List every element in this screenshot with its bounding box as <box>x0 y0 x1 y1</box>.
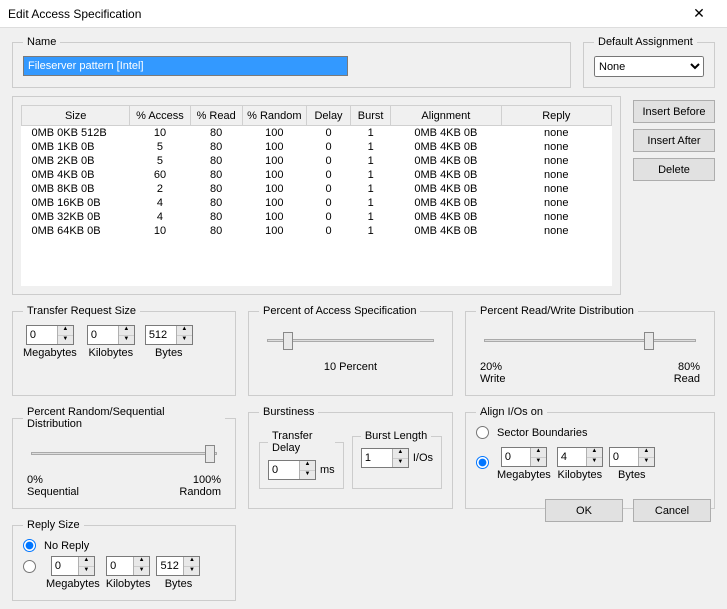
align-group: Align I/Os on Sector Boundaries ▲▼Megaby… <box>465 406 715 509</box>
insert-after-button[interactable]: Insert After <box>633 129 715 152</box>
trs-b-spinner[interactable]: ▲▼ <box>145 325 193 345</box>
name-group: Name Fileserver pattern [Intel] <box>12 36 571 88</box>
table-row[interactable]: 0MB 16KB 0B480100010MB 4KB 0Bnone <box>22 196 612 210</box>
align-b-spinner[interactable]: ▲▼ <box>609 447 655 467</box>
name-input[interactable]: Fileserver pattern [Intel] <box>23 56 348 76</box>
title-bar: Edit Access Specification ✕ <box>0 0 727 28</box>
reply-kb-spinner[interactable]: ▲▼ <box>106 556 150 576</box>
close-icon[interactable]: ✕ <box>679 0 719 28</box>
table-header[interactable]: Delay <box>306 106 350 126</box>
align-kb-spinner[interactable]: ▲▼ <box>557 447 603 467</box>
reply-size-group: Reply Size No Reply ▲▼Megabytes ▲▼Kiloby… <box>12 519 236 601</box>
percent-access-slider[interactable] <box>267 329 434 357</box>
trs-mb-spinner[interactable]: ▲▼ <box>26 325 74 345</box>
reply-b-spinner[interactable]: ▲▼ <box>156 556 200 576</box>
no-reply-radio[interactable] <box>23 539 36 552</box>
table-row[interactable]: 0MB 4KB 0B6080100010MB 4KB 0Bnone <box>22 168 612 182</box>
table-row[interactable]: 0MB 8KB 0B280100010MB 4KB 0Bnone <box>22 182 612 196</box>
window-title: Edit Access Specification <box>8 7 679 21</box>
table-header[interactable]: % Access <box>130 106 190 126</box>
table-header[interactable]: Reply <box>501 106 611 126</box>
align-custom-radio[interactable] <box>476 456 489 469</box>
default-assignment-group: Default Assignment None <box>583 36 715 88</box>
table-header[interactable]: Burst <box>351 106 391 126</box>
cancel-button[interactable]: Cancel <box>633 499 711 522</box>
table-row[interactable]: 0MB 32KB 0B480100010MB 4KB 0Bnone <box>22 210 612 224</box>
transfer-delay-group: Transfer Delay ▲▼ ms <box>259 430 344 489</box>
table-header[interactable]: % Read <box>190 106 242 126</box>
align-sector-radio[interactable] <box>476 426 489 439</box>
access-table-wrap: Size% Access% Read% RandomDelayBurstAlig… <box>12 96 621 295</box>
percent-rw-group: Percent Read/Write Distribution 20%Write… <box>465 305 715 396</box>
burst-length-spinner[interactable]: ▲▼ <box>361 448 409 468</box>
transfer-delay-spinner[interactable]: ▲▼ <box>268 460 316 480</box>
ok-button[interactable]: OK <box>545 499 623 522</box>
table-row[interactable]: 0MB 2KB 0B580100010MB 4KB 0Bnone <box>22 154 612 168</box>
reply-mb-spinner[interactable]: ▲▼ <box>51 556 95 576</box>
table-row[interactable]: 0MB 0KB 512B1080100010MB 4KB 0Bnone <box>22 126 612 141</box>
align-mb-spinner[interactable]: ▲▼ <box>501 447 547 467</box>
default-assignment-legend: Default Assignment <box>594 36 697 48</box>
percent-random-slider[interactable] <box>31 442 217 470</box>
table-row[interactable]: 0MB 1KB 0B580100010MB 4KB 0Bnone <box>22 140 612 154</box>
table-row[interactable]: 0MB 64KB 0B1080100010MB 4KB 0Bnone <box>22 224 612 238</box>
access-table[interactable]: Size% Access% Read% RandomDelayBurstAlig… <box>21 105 612 238</box>
percent-random-group: Percent Random/Sequential Distribution 0… <box>12 406 236 509</box>
burst-length-group: Burst Length ▲▼ I/Os <box>352 430 442 489</box>
table-header[interactable]: Size <box>22 106 130 126</box>
table-header[interactable]: Alignment <box>391 106 501 126</box>
percent-access-group: Percent of Access Specification 10 Perce… <box>248 305 453 396</box>
default-assignment-select[interactable]: None <box>594 56 704 77</box>
delete-button[interactable]: Delete <box>633 158 715 181</box>
transfer-size-group: Transfer Request Size ▲▼ Megabytes ▲▼ Ki… <box>12 305 236 396</box>
burstiness-group: Burstiness Transfer Delay ▲▼ ms Burst Le… <box>248 406 453 509</box>
insert-before-button[interactable]: Insert Before <box>633 100 715 123</box>
trs-kb-spinner[interactable]: ▲▼ <box>87 325 135 345</box>
table-header[interactable]: % Random <box>242 106 306 126</box>
percent-rw-slider[interactable] <box>484 329 696 357</box>
name-legend: Name <box>23 36 60 48</box>
reply-custom-radio[interactable] <box>23 560 36 573</box>
